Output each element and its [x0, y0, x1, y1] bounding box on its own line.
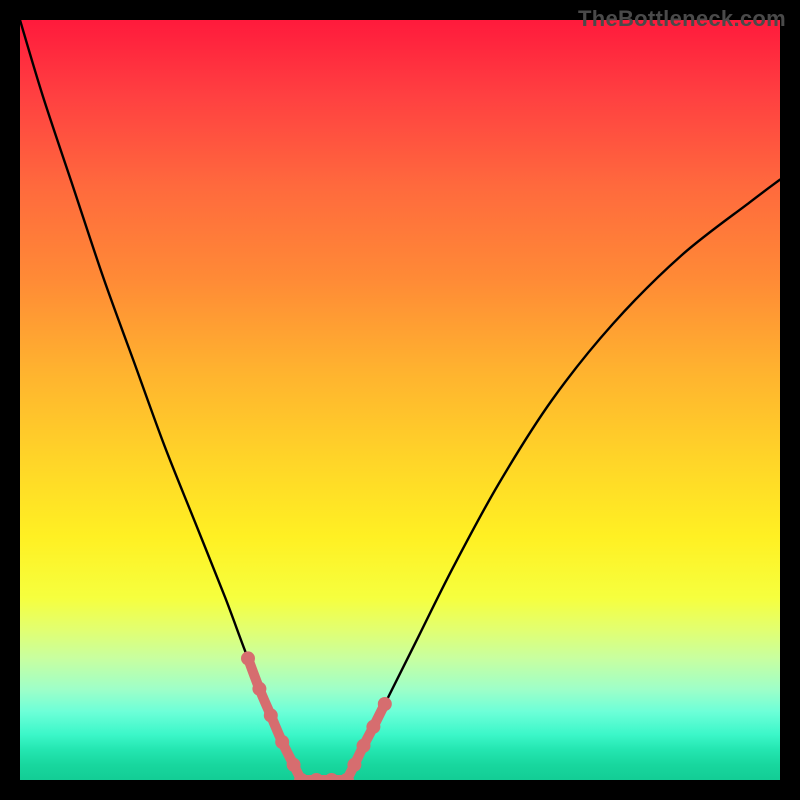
curve-left	[20, 20, 301, 780]
dot-right	[366, 720, 380, 734]
chart-root: TheBottleneck.com	[0, 0, 800, 800]
dot-left	[241, 651, 255, 665]
dot-right	[357, 739, 371, 753]
dot-left	[287, 758, 301, 772]
dot-left	[275, 735, 289, 749]
dot-floor	[325, 773, 339, 780]
curve-layer	[20, 20, 780, 780]
plot-area	[20, 20, 780, 780]
watermark-text: TheBottleneck.com	[578, 6, 786, 32]
dot-floor	[309, 773, 323, 780]
curve-right	[347, 180, 780, 780]
dot-right	[378, 697, 392, 711]
dot-right	[347, 758, 361, 772]
dot-left	[252, 682, 266, 696]
dot-left	[264, 708, 278, 722]
